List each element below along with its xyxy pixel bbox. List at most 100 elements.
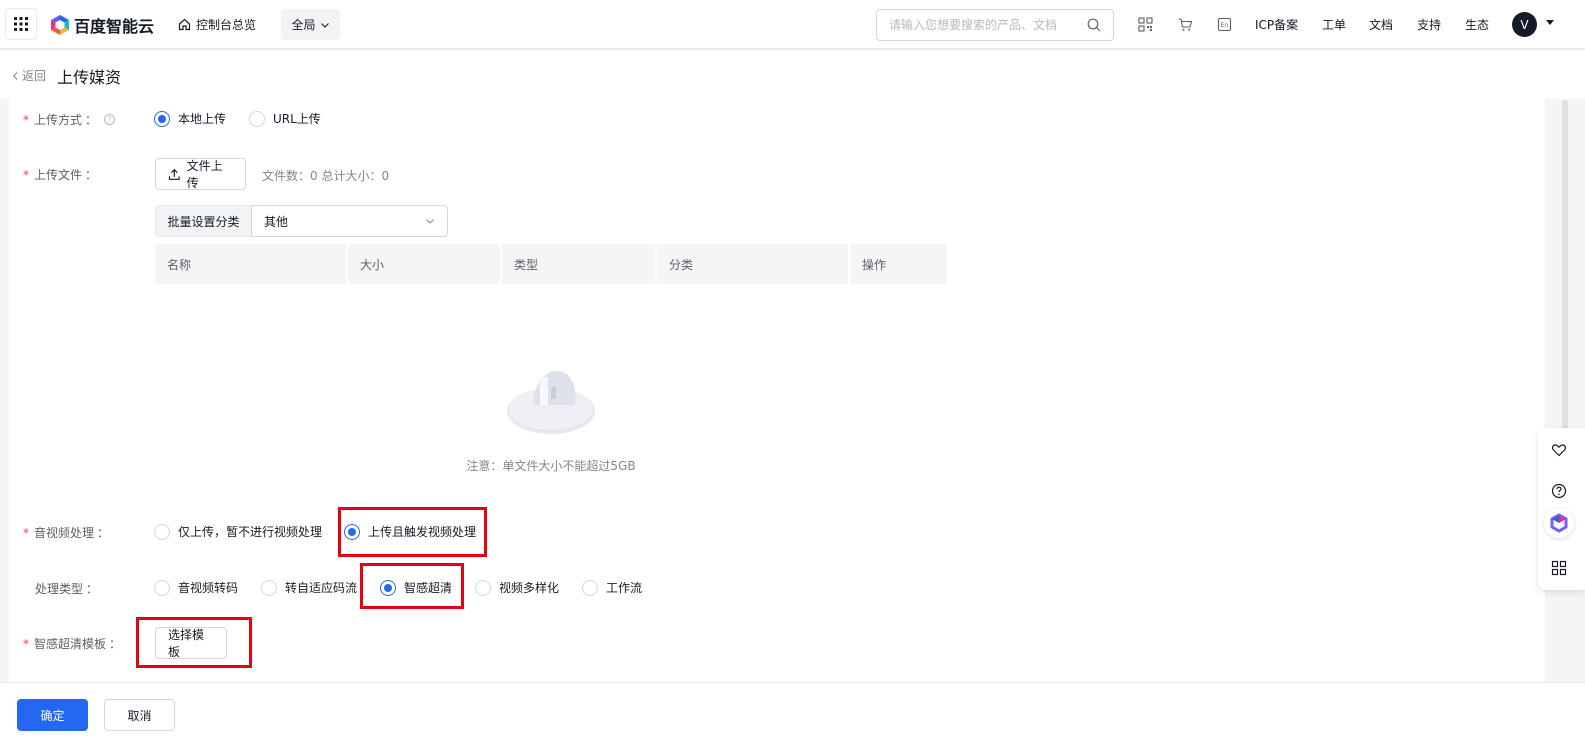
chevron-down-icon [320,22,329,28]
question-icon [1551,483,1567,499]
column-category: 分类 [657,244,850,284]
grid-icon [1551,560,1567,576]
qrcode-button[interactable] [1137,16,1153,32]
table-empty-state: 注意：单文件大小不能超过5GB [155,284,947,474]
radio-checked-icon [154,110,170,127]
page-scrollbar[interactable] [1562,100,1568,440]
cancel-button[interactable]: 取消 [104,699,175,731]
required-mark: * [23,525,29,540]
logo-icon [51,15,69,35]
svg-text:En: En [1220,22,1228,29]
radio-transcode[interactable]: 音视频转码 [154,579,238,596]
home-icon [178,18,191,31]
apps-grid-button[interactable] [5,8,37,40]
radio-workflow[interactable]: 工作流 [582,579,642,596]
template-label-text: 智感超清模板 [34,637,107,651]
support-link[interactable]: 支持 [1417,16,1441,33]
search-icon[interactable] [1087,18,1101,32]
upload-method-label: * 上传方式： ? [23,111,116,128]
column-name: 名称 [155,244,348,284]
upload-file-label-text: 上传文件 [34,168,83,182]
radio-local-upload[interactable]: 本地上传 [154,110,226,127]
file-size-note: 注意：单文件大小不能超过5GB [466,459,636,473]
column-type: 类型 [502,244,657,284]
chevron-down-icon [426,219,434,224]
radio-local-upload-label: 本地上传 [178,112,227,126]
radio-adaptive-stream[interactable]: 转自适应码流 [261,579,357,596]
avatar[interactable]: V [1512,12,1537,37]
more-apps-button[interactable] [1550,559,1568,577]
ecosystem-link[interactable]: 生态 [1465,16,1489,33]
ai-assistant-button[interactable] [1544,508,1574,538]
av-processing-label-text: 音视频处理 [34,526,95,540]
file-table: 名称 大小 类型 分类 操作 [155,244,947,284]
qrcode-icon [1137,16,1153,32]
chevron-left-icon [13,71,18,80]
highlight-box [136,617,252,668]
radio-unchecked-icon [154,523,170,540]
global-search[interactable] [876,9,1114,41]
region-label: 全局 [291,18,316,32]
table-header: 名称 大小 类型 分类 操作 [155,244,947,284]
floating-toolbar [1538,428,1585,590]
upload-file-label: * 上传文件： [23,167,98,183]
language-icon: En [1217,17,1231,31]
av-processing-label: * 音视频处理： [23,525,110,541]
highlight-box [360,563,464,609]
help-button[interactable] [1550,482,1568,500]
page-title: 上传媒资 [57,68,122,87]
batch-category-row: 批量设置分类 其他 [155,205,448,237]
back-link[interactable]: 返回 [12,67,46,84]
file-upload-button[interactable]: 文件上传 [155,158,246,190]
required-mark: * [23,167,29,182]
region-selector[interactable]: 全局 [281,9,340,40]
icp-link[interactable]: ICP备案 [1255,16,1298,33]
required-mark: * [23,636,29,651]
radio-unchecked-icon [582,579,598,596]
radio-unchecked-icon [261,579,277,596]
brand-name: 百度智能云 [74,17,155,36]
brand-logo[interactable]: 百度智能云 [50,13,154,37]
file-stats: 文件数：0 总计大小：0 [262,169,390,183]
help-icon[interactable]: ? [104,114,116,125]
column-action: 操作 [862,257,887,272]
form-footer: 确定 取消 [0,682,1585,747]
console-home-label: 控制台总览 [196,18,257,32]
empty-cloud-icon [507,370,595,434]
search-input[interactable] [889,18,1087,32]
top-navbar: 百度智能云 控制台总览 全局 请输入您想要搜索的产品、文档 En ICP备案 工… [0,0,1585,49]
favorite-button[interactable] [1550,441,1568,459]
radio-video-diversify[interactable]: 视频多样化 [475,579,559,596]
upload-icon [168,168,180,180]
radio-url-upload-label: URL上传 [273,112,321,126]
language-button[interactable]: En [1216,16,1232,32]
radio-workflow-label: 工作流 [606,581,643,595]
ticket-link[interactable]: 工单 [1322,16,1346,33]
radio-adaptive-stream-label: 转自适应码流 [285,581,358,595]
radio-unchecked-icon [249,110,265,127]
console-home-link[interactable]: 控制台总览 [178,16,256,33]
radio-upload-only-label: 仅上传，暂不进行视频处理 [178,525,323,539]
apps-grid-icon [14,17,28,31]
cart-icon [1178,17,1192,31]
back-label: 返回 [22,69,47,83]
radio-unchecked-icon [475,579,491,596]
highlight-box [338,507,487,557]
confirm-button[interactable]: 确定 [17,699,88,731]
file-upload-label: 文件上传 [186,159,223,190]
column-size: 大小 [348,244,502,284]
docs-link[interactable]: 文档 [1369,16,1393,33]
batch-category-value: 其他 [264,214,289,229]
radio-upload-only[interactable]: 仅上传，暂不进行视频处理 [154,523,322,540]
batch-category-select[interactable]: 其他 [251,205,448,237]
ai-assistant-icon [1550,513,1568,533]
radio-url-upload[interactable]: URL上传 [249,110,321,127]
caret-down-icon[interactable] [1546,20,1554,25]
page-header: 返回 上传媒资 [0,50,1585,99]
heart-icon [1552,444,1566,457]
process-type-label-text: 处理类型 [35,582,84,596]
radio-transcode-label: 音视频转码 [178,581,239,595]
upload-method-label-text: 上传方式 [34,113,83,127]
process-type-label: 处理类型： [35,582,99,596]
cart-button[interactable] [1177,16,1193,32]
